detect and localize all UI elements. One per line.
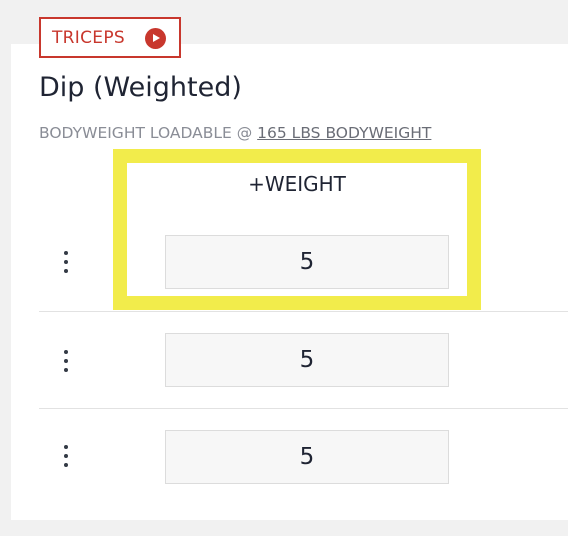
- weight-column-header: +WEIGHT: [248, 172, 346, 196]
- muscle-tag-label: TRICEPS: [52, 27, 125, 48]
- muscle-tag-button[interactable]: TRICEPS: [39, 17, 181, 58]
- kebab-menu-icon[interactable]: [59, 347, 73, 377]
- kebab-menu-icon[interactable]: [59, 442, 73, 472]
- subtitle-prefix: BODYWEIGHT LOADABLE @: [39, 124, 258, 142]
- exercise-subtitle: BODYWEIGHT LOADABLE @ 165 LBS BODYWEIGHT: [39, 124, 431, 142]
- exercise-title: Dip (Weighted): [39, 72, 242, 103]
- set-row: [39, 311, 568, 409]
- kebab-menu-icon[interactable]: [59, 248, 73, 278]
- set-row: [39, 408, 568, 506]
- bodyweight-link[interactable]: 165 LBS BODYWEIGHT: [257, 124, 431, 142]
- play-circle-icon: [145, 28, 166, 49]
- weight-input[interactable]: [165, 333, 449, 387]
- weight-input[interactable]: [165, 430, 449, 484]
